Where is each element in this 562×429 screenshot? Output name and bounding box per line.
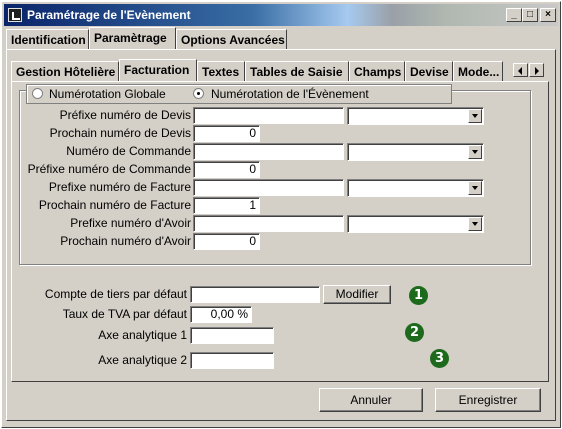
scroll-right-icon[interactable]	[529, 63, 544, 77]
label-axe-analytique-1: Axe analytique 1	[98, 328, 187, 342]
title-bar[interactable]: Paramétrage de l'Evènement _ □ ×	[4, 4, 558, 26]
label-taux-tva: Taux de TVA par défaut	[62, 307, 187, 321]
chevron-down-icon[interactable]	[468, 217, 482, 231]
select-numero-commande[interactable]	[347, 143, 484, 161]
select-prefixe-avoir[interactable]	[347, 215, 484, 233]
tab-champs[interactable]: Champs	[349, 61, 405, 81]
input-taux-tva[interactable]: 0,00 %	[190, 306, 252, 323]
marker-2-icon: 2	[405, 323, 424, 342]
input-prochain-avoir[interactable]: 0	[193, 233, 260, 250]
cancel-button[interactable]: Annuler	[319, 388, 423, 412]
radio-global-label[interactable]: Numérotation Globale	[49, 87, 166, 101]
label-prefixe-commande: Préfixe numéro de Commande	[27, 162, 191, 176]
input-prochain-facture[interactable]: 1	[193, 197, 260, 214]
input-prefixe-devis[interactable]	[193, 107, 344, 124]
tab-tables-de-saisie[interactable]: Tables de Saisie	[245, 61, 349, 81]
chevron-down-icon[interactable]	[468, 145, 482, 159]
label-prefixe-devis: Préfixe numéro de Devis	[59, 108, 191, 122]
radio-event[interactable]	[193, 88, 204, 99]
tab-mode[interactable]: Mode...	[453, 61, 503, 81]
chevron-down-icon[interactable]	[468, 181, 482, 195]
save-button[interactable]: Enregistrer	[435, 388, 541, 412]
tab-facturation[interactable]: Facturation	[119, 59, 197, 81]
label-compte-tiers: Compte de tiers par défaut	[44, 287, 187, 301]
input-axe-analytique-2[interactable]	[190, 352, 274, 369]
input-prefixe-avoir[interactable]	[193, 215, 344, 232]
window-title: Paramétrage de l'Evènement	[27, 8, 191, 22]
dialog-window: Paramétrage de l'Evènement _ □ × Identif…	[1, 1, 561, 428]
maximize-button[interactable]: □	[522, 8, 538, 22]
label-prochain-devis: Prochain numéro de Devis	[49, 126, 191, 140]
input-prochain-devis[interactable]: 0	[193, 125, 260, 142]
input-axe-analytique-1[interactable]	[190, 327, 274, 344]
app-icon	[8, 8, 22, 22]
tab-parametrage[interactable]: Paramètrage	[89, 27, 176, 49]
label-axe-analytique-2: Axe analytique 2	[98, 353, 187, 367]
label-prochain-facture: Prochain numéro de Facture	[38, 198, 191, 212]
minimize-button[interactable]: _	[506, 8, 522, 22]
modify-button[interactable]: Modifier	[323, 285, 391, 304]
tab-gestion-hoteliere[interactable]: Gestion Hôtelière	[11, 61, 119, 81]
tab-scroller	[513, 63, 545, 77]
tab-options-avancees[interactable]: Options Avancées	[176, 29, 287, 49]
tab-devise[interactable]: Devise	[405, 61, 453, 81]
input-compte-tiers[interactable]	[190, 286, 320, 303]
close-button[interactable]: ×	[540, 8, 556, 22]
chevron-down-icon[interactable]	[468, 109, 482, 123]
label-numero-commande: Numéro de Commande	[66, 144, 191, 158]
input-numero-commande[interactable]	[193, 143, 344, 160]
tab-identification[interactable]: Identification	[6, 29, 89, 49]
scroll-left-icon[interactable]	[513, 63, 528, 77]
main-tab-panel: Gestion Hôtelière Facturation Textes Tab…	[6, 49, 556, 421]
radio-event-label[interactable]: Numérotation de l'Évènement	[211, 87, 369, 101]
label-prefixe-avoir: Prefixe numéro d'Avoir	[70, 216, 191, 230]
input-prefixe-commande[interactable]: 0	[193, 161, 260, 178]
select-prefixe-devis[interactable]	[347, 107, 484, 125]
marker-1-icon: 1	[409, 286, 428, 305]
marker-3-icon: 3	[430, 349, 449, 368]
select-prefixe-facture[interactable]	[347, 179, 484, 197]
facturation-panel: Numérotation Globale Numérotation de l'É…	[11, 81, 549, 382]
label-prefixe-facture: Prefixe numéro de Facture	[48, 180, 191, 194]
radio-global[interactable]	[32, 88, 43, 99]
numbering-radio-bar: Numérotation Globale Numérotation de l'É…	[26, 84, 452, 104]
input-prefixe-facture[interactable]	[193, 179, 344, 196]
label-prochain-avoir: Prochain numéro d'Avoir	[60, 234, 191, 248]
tab-textes[interactable]: Textes	[197, 61, 245, 81]
